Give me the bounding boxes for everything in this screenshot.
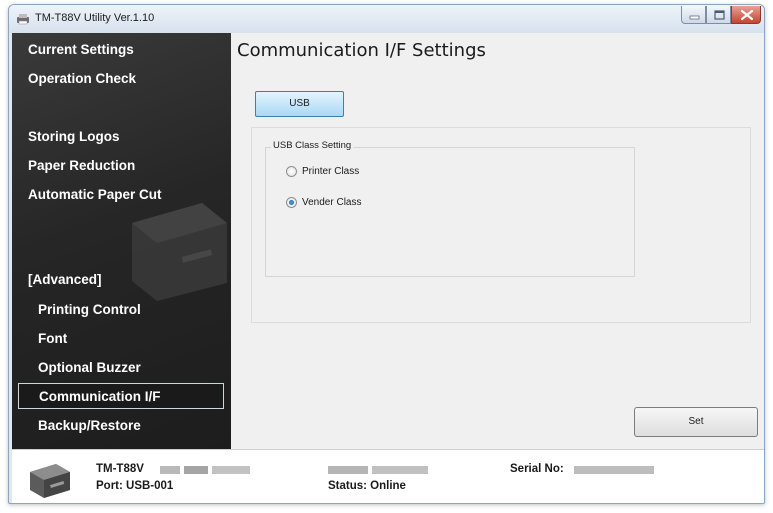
main-content: Communication I/F Settings USB USB Class… xyxy=(231,33,764,449)
radio-printer-class[interactable]: Printer Class xyxy=(286,163,359,179)
sidebar-item-optional-buzzer[interactable]: Optional Buzzer xyxy=(12,355,231,381)
printer-icon xyxy=(30,464,70,498)
window-title: TM-T88V Utility Ver.1.10 xyxy=(35,12,155,24)
status-bar: TM-T88V Port: USB-001 Status: Online Ser… xyxy=(12,449,764,503)
maximize-button[interactable] xyxy=(706,6,731,24)
close-button[interactable] xyxy=(731,6,761,24)
sidebar-item-storing-logos[interactable]: Storing Logos xyxy=(12,124,231,150)
sidebar-item-operation-check[interactable]: Operation Check xyxy=(12,66,231,92)
app-window: TM-T88V Utility Ver.1.10 Current Setting… xyxy=(8,4,765,504)
radio-label: Printer Class xyxy=(302,165,360,177)
sidebar-item-font[interactable]: Font xyxy=(12,326,231,352)
maximize-icon xyxy=(714,10,725,20)
redacted-model-detail xyxy=(160,466,250,474)
sidebar-item-backup-restore[interactable]: Backup/Restore xyxy=(12,413,231,439)
tab-usb[interactable]: USB xyxy=(255,91,344,117)
sidebar-item-current-settings[interactable]: Current Settings xyxy=(12,37,231,63)
sidebar-item-paper-reduction[interactable]: Paper Reduction xyxy=(12,153,231,179)
app-printer-icon xyxy=(17,14,29,25)
status-text: Status: Online xyxy=(328,480,406,492)
radio-label: Vender Class xyxy=(302,196,362,208)
serial-label: Serial No: xyxy=(510,463,564,475)
groupbox-title: USB Class Setting xyxy=(271,140,354,151)
radio-vender-class[interactable]: Vender Class xyxy=(286,194,361,210)
sidebar-section-advanced: [Advanced] xyxy=(28,272,102,287)
sidebar: Current Settings Operation Check Storing… xyxy=(12,33,231,449)
minimize-button[interactable] xyxy=(681,6,706,24)
minimize-icon xyxy=(689,15,700,20)
page-title: Communication I/F Settings xyxy=(237,40,486,61)
redacted-printer-name xyxy=(328,466,428,474)
close-icon xyxy=(740,9,754,21)
set-button[interactable]: Set xyxy=(634,407,758,437)
printer-model: TM-T88V xyxy=(96,463,144,475)
port-label: Port: USB-001 xyxy=(96,480,174,492)
radio-selected-dot xyxy=(289,199,294,205)
sidebar-item-communication-if[interactable]: Communication I/F xyxy=(18,383,224,409)
title-bar[interactable]: TM-T88V Utility Ver.1.10 xyxy=(9,5,764,33)
radio-button[interactable] xyxy=(286,165,297,177)
sidebar-item-printing-control[interactable]: Printing Control xyxy=(12,297,231,323)
radio-button[interactable] xyxy=(286,196,297,208)
sidebar-item-automatic-paper-cut[interactable]: Automatic Paper Cut xyxy=(12,182,231,208)
redacted-serial-number xyxy=(574,466,654,474)
